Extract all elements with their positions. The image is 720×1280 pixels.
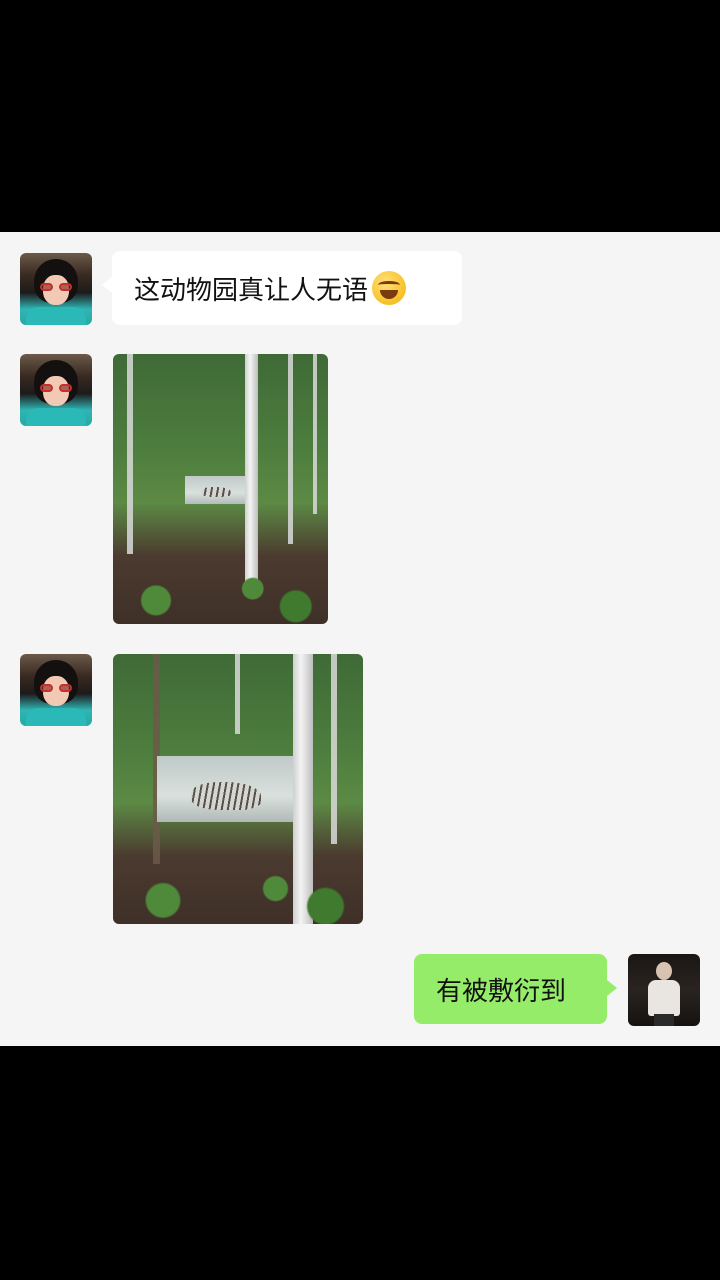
forest-tiger-banner-photo[interactable] — [113, 354, 328, 624]
chat-area: 这动物园真让人无语 有被敷衍到 — [0, 232, 720, 1046]
crying-face-emoji-icon — [372, 271, 407, 305]
friend-avatar[interactable] — [20, 354, 92, 426]
message-text: 有被敷衍到 — [436, 976, 567, 1007]
friend-avatar[interactable] — [20, 253, 92, 325]
incoming-text-bubble[interactable]: 这动物园真让人无语 — [102, 251, 462, 325]
friend-avatar[interactable] — [20, 654, 92, 726]
outgoing-text-bubble[interactable]: 有被敷衍到 — [414, 954, 617, 1024]
message-text: 这动物园真让人无语 — [134, 275, 369, 306]
forest-tiger-banner-photo[interactable] — [113, 654, 363, 924]
my-avatar[interactable] — [628, 954, 700, 1026]
